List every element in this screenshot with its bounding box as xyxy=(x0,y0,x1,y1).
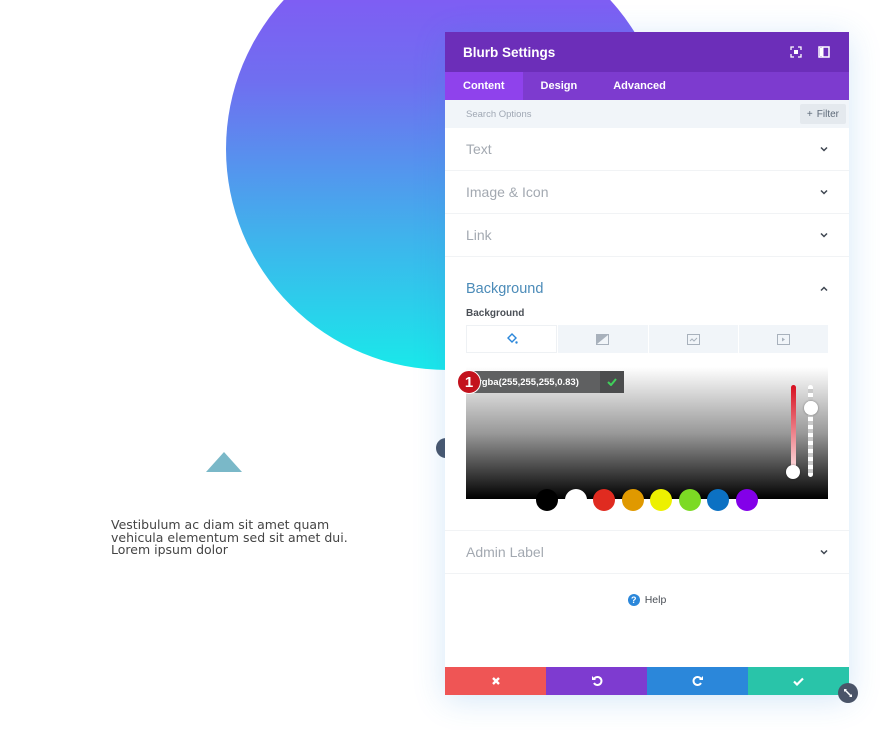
background-type-tabs xyxy=(466,325,828,353)
filter-label: Filter xyxy=(816,108,839,120)
bg-tab-color[interactable] xyxy=(466,325,558,353)
check-icon xyxy=(607,378,617,386)
section-label: Text xyxy=(466,141,492,157)
cancel-button[interactable] xyxy=(445,667,546,695)
help-icon: ? xyxy=(627,594,640,606)
step-badge: 1 xyxy=(457,370,481,394)
color-swatch[interactable] xyxy=(735,489,758,511)
help-label: Help xyxy=(644,594,667,606)
chevron-down-icon xyxy=(820,232,828,238)
color-swatch[interactable] xyxy=(707,489,729,511)
image-icon xyxy=(686,333,700,345)
section-background-toggle[interactable]: Background xyxy=(466,257,828,314)
color-swatch[interactable] xyxy=(650,489,672,511)
bg-tab-image[interactable] xyxy=(648,325,738,353)
focus-icon[interactable] xyxy=(789,45,803,59)
alpha-slider[interactable] xyxy=(808,385,813,477)
section-label: Background xyxy=(466,280,544,297)
color-swatch[interactable] xyxy=(564,489,587,511)
sidebar-toggle-icon[interactable] xyxy=(817,45,831,59)
triangle-up-icon xyxy=(206,452,242,472)
save-button[interactable] xyxy=(748,667,849,695)
undo-button[interactable] xyxy=(546,667,647,695)
color-swatch[interactable] xyxy=(536,489,558,511)
hue-slider-handle[interactable] xyxy=(786,465,800,479)
section-label: Admin Label xyxy=(466,544,544,560)
help-link[interactable]: ? Help xyxy=(445,594,849,606)
hue-slider[interactable] xyxy=(791,385,796,473)
panel-header[interactable]: Blurb Settings xyxy=(445,32,849,72)
apply-color-button[interactable] xyxy=(600,371,624,393)
section-image-icon[interactable]: Image & Icon xyxy=(445,171,849,214)
plus-icon: + xyxy=(806,108,813,120)
color-value-field xyxy=(472,371,624,393)
section-label: Image & Icon xyxy=(466,184,549,200)
filter-button[interactable]: + Filter xyxy=(799,104,846,124)
redo-button[interactable] xyxy=(647,667,748,695)
undo-icon xyxy=(591,676,602,686)
redo-icon xyxy=(692,676,703,686)
color-swatch[interactable] xyxy=(678,489,701,511)
chevron-up-icon xyxy=(820,285,828,291)
resize-handle[interactable] xyxy=(838,683,858,703)
blurb-body-text: Vestibulum ac diam sit amet quam vehicul… xyxy=(111,517,348,557)
section-label: Link xyxy=(466,227,492,243)
check-icon xyxy=(793,677,804,686)
section-admin-label[interactable]: Admin Label xyxy=(445,531,849,574)
color-swatches xyxy=(536,489,758,511)
close-icon xyxy=(491,677,500,685)
section-text[interactable]: Text xyxy=(445,128,849,171)
bg-tab-gradient[interactable] xyxy=(558,325,648,353)
section-background: Background Background rgba(255,255,255,0… xyxy=(445,257,849,531)
bg-tab-video[interactable] xyxy=(738,325,828,353)
alpha-slider-handle[interactable] xyxy=(804,400,818,415)
tab-design[interactable]: Design xyxy=(523,72,596,100)
panel-tabs: Content Design Advanced xyxy=(445,72,849,100)
search-row: + Filter xyxy=(445,100,849,128)
color-swatch[interactable] xyxy=(621,489,644,511)
search-options-input[interactable] xyxy=(466,108,716,120)
tab-content[interactable]: Content xyxy=(445,72,523,100)
section-link[interactable]: Link xyxy=(445,214,849,257)
paint-bucket-icon xyxy=(506,333,518,344)
chevron-down-icon xyxy=(820,549,828,555)
chevron-down-icon xyxy=(820,189,828,195)
resize-icon xyxy=(844,689,852,697)
tab-advanced[interactable]: Advanced xyxy=(595,72,684,100)
background-field-label: Background xyxy=(466,308,525,319)
color-picker[interactable]: 1 xyxy=(457,367,828,511)
chevron-down-icon xyxy=(820,146,828,152)
blurb-settings-panel: Blurb Settings Content Design Advanced +… xyxy=(445,32,849,695)
color-hex-input[interactable] xyxy=(472,376,600,388)
panel-title: Blurb Settings xyxy=(463,44,556,60)
panel-footer xyxy=(445,667,849,695)
video-icon xyxy=(776,333,790,345)
color-swatch[interactable] xyxy=(593,489,615,511)
gradient-icon xyxy=(596,333,610,345)
